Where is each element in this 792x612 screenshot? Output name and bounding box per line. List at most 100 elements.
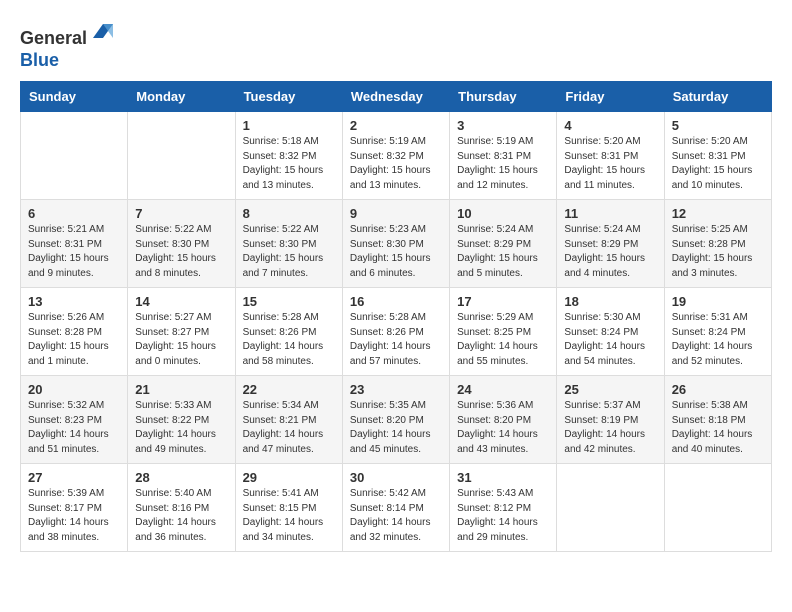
day-info: Sunrise: 5:39 AMSunset: 8:17 PMDaylight:… <box>28 487 120 545</box>
calendar-cell <box>557 464 664 552</box>
calendar-cell: 16 Sunrise: 5:28 AMSunset: 8:26 PMDayligh… <box>342 288 449 376</box>
day-info: Sunrise: 5:25 AMSunset: 8:28 PMDaylight:… <box>672 223 764 281</box>
calendar-cell: 7 Sunrise: 5:22 AMSunset: 8:30 PMDaylight… <box>128 200 235 288</box>
day-number: 27 <box>28 470 120 485</box>
day-info: Sunrise: 5:42 AMSunset: 8:14 PMDaylight:… <box>350 487 442 545</box>
week-row-1: 1 Sunrise: 5:18 AMSunset: 8:32 PMDaylight… <box>21 112 772 200</box>
day-info: Sunrise: 5:23 AMSunset: 8:30 PMDaylight:… <box>350 223 442 281</box>
logo: General Blue <box>20 20 113 71</box>
day-info: Sunrise: 5:19 AMSunset: 8:31 PMDaylight:… <box>457 135 549 193</box>
calendar-cell: 27 Sunrise: 5:39 AMSunset: 8:17 PMDayligh… <box>21 464 128 552</box>
day-number: 29 <box>243 470 335 485</box>
calendar-cell: 3 Sunrise: 5:19 AMSunset: 8:31 PMDaylight… <box>450 112 557 200</box>
day-number: 7 <box>135 206 227 221</box>
page-header: General Blue <box>20 20 772 71</box>
day-info: Sunrise: 5:24 AMSunset: 8:29 PMDaylight:… <box>564 223 656 281</box>
day-info: Sunrise: 5:41 AMSunset: 8:15 PMDaylight:… <box>243 487 335 545</box>
day-number: 20 <box>28 382 120 397</box>
calendar-cell: 9 Sunrise: 5:23 AMSunset: 8:30 PMDaylight… <box>342 200 449 288</box>
calendar-cell: 30 Sunrise: 5:42 AMSunset: 8:14 PMDayligh… <box>342 464 449 552</box>
day-info: Sunrise: 5:28 AMSunset: 8:26 PMDaylight:… <box>350 311 442 369</box>
logo-icon <box>89 20 113 44</box>
weekday-header-wednesday: Wednesday <box>342 82 449 112</box>
weekday-header-saturday: Saturday <box>664 82 771 112</box>
calendar-cell: 19Sunrise: 5:31 AMSunset: 8:24 PMDayligh… <box>664 288 771 376</box>
day-number: 2 <box>350 118 442 133</box>
calendar-cell: 5 Sunrise: 5:20 AMSunset: 8:31 PMDaylight… <box>664 112 771 200</box>
day-number: 11 <box>564 206 656 221</box>
day-number: 5 <box>672 118 764 133</box>
day-number: 17 <box>457 294 549 309</box>
day-info: Sunrise: 5:32 AMSunset: 8:23 PMDaylight:… <box>28 399 120 457</box>
day-number: 12 <box>672 206 764 221</box>
day-info: Sunrise: 5:20 AMSunset: 8:31 PMDaylight:… <box>564 135 656 193</box>
day-number: 30 <box>350 470 442 485</box>
calendar-cell: 2 Sunrise: 5:19 AMSunset: 8:32 PMDaylight… <box>342 112 449 200</box>
logo-general: General <box>20 28 87 48</box>
calendar-cell: 15 Sunrise: 5:28 AMSunset: 8:26 PMDayligh… <box>235 288 342 376</box>
week-row-4: 20 Sunrise: 5:32 AMSunset: 8:23 PMDayligh… <box>21 376 772 464</box>
day-number: 24 <box>457 382 549 397</box>
day-info: Sunrise: 5:22 AMSunset: 8:30 PMDaylight:… <box>243 223 335 281</box>
calendar-cell: 29 Sunrise: 5:41 AMSunset: 8:15 PMDayligh… <box>235 464 342 552</box>
day-info: Sunrise: 5:43 AMSunset: 8:12 PMDaylight:… <box>457 487 549 545</box>
calendar-cell: 24Sunrise: 5:36 AMSunset: 8:20 PMDayligh… <box>450 376 557 464</box>
day-number: 4 <box>564 118 656 133</box>
day-number: 21 <box>135 382 227 397</box>
weekday-header-sunday: Sunday <box>21 82 128 112</box>
day-info: Sunrise: 5:34 AMSunset: 8:21 PMDaylight:… <box>243 399 335 457</box>
weekday-header-friday: Friday <box>557 82 664 112</box>
calendar-cell: 14Sunrise: 5:27 AMSunset: 8:27 PMDayligh… <box>128 288 235 376</box>
calendar-cell: 8 Sunrise: 5:22 AMSunset: 8:30 PMDaylight… <box>235 200 342 288</box>
calendar-cell: 31Sunrise: 5:43 AMSunset: 8:12 PMDayligh… <box>450 464 557 552</box>
day-number: 22 <box>243 382 335 397</box>
day-info: Sunrise: 5:40 AMSunset: 8:16 PMDaylight:… <box>135 487 227 545</box>
day-number: 9 <box>350 206 442 221</box>
day-info: Sunrise: 5:31 AMSunset: 8:24 PMDaylight:… <box>672 311 764 369</box>
weekday-header-tuesday: Tuesday <box>235 82 342 112</box>
day-info: Sunrise: 5:33 AMSunset: 8:22 PMDaylight:… <box>135 399 227 457</box>
day-number: 28 <box>135 470 227 485</box>
week-row-2: 6Sunrise: 5:21 AMSunset: 8:31 PMDaylight… <box>21 200 772 288</box>
weekday-header-monday: Monday <box>128 82 235 112</box>
calendar-cell: 21 Sunrise: 5:33 AMSunset: 8:22 PMDayligh… <box>128 376 235 464</box>
calendar-cell: 17 Sunrise: 5:29 AMSunset: 8:25 PMDayligh… <box>450 288 557 376</box>
calendar-cell <box>21 112 128 200</box>
day-number: 15 <box>243 294 335 309</box>
day-info: Sunrise: 5:37 AMSunset: 8:19 PMDaylight:… <box>564 399 656 457</box>
calendar-cell: 12 Sunrise: 5:25 AMSunset: 8:28 PMDayligh… <box>664 200 771 288</box>
calendar-cell: 26 Sunrise: 5:38 AMSunset: 8:18 PMDayligh… <box>664 376 771 464</box>
day-number: 16 <box>350 294 442 309</box>
day-info: Sunrise: 5:18 AMSunset: 8:32 PMDaylight:… <box>243 135 335 193</box>
day-info: Sunrise: 5:24 AMSunset: 8:29 PMDaylight:… <box>457 223 549 281</box>
day-number: 3 <box>457 118 549 133</box>
calendar-cell: 11 Sunrise: 5:24 AMSunset: 8:29 PMDayligh… <box>557 200 664 288</box>
calendar-cell: 6Sunrise: 5:21 AMSunset: 8:31 PMDaylight… <box>21 200 128 288</box>
calendar-cell: 10 Sunrise: 5:24 AMSunset: 8:29 PMDayligh… <box>450 200 557 288</box>
calendar-cell: 18 Sunrise: 5:30 AMSunset: 8:24 PMDayligh… <box>557 288 664 376</box>
day-number: 14 <box>135 294 227 309</box>
day-info: Sunrise: 5:29 AMSunset: 8:25 PMDaylight:… <box>457 311 549 369</box>
calendar-cell: 20 Sunrise: 5:32 AMSunset: 8:23 PMDayligh… <box>21 376 128 464</box>
calendar-cell: 28 Sunrise: 5:40 AMSunset: 8:16 PMDayligh… <box>128 464 235 552</box>
weekday-header-thursday: Thursday <box>450 82 557 112</box>
day-number: 6 <box>28 206 120 221</box>
day-number: 8 <box>243 206 335 221</box>
day-number: 1 <box>243 118 335 133</box>
day-info: Sunrise: 5:20 AMSunset: 8:31 PMDaylight:… <box>672 135 764 193</box>
calendar-table: SundayMondayTuesdayWednesdayThursdayFrid… <box>20 81 772 552</box>
day-info: Sunrise: 5:35 AMSunset: 8:20 PMDaylight:… <box>350 399 442 457</box>
day-info: Sunrise: 5:19 AMSunset: 8:32 PMDaylight:… <box>350 135 442 193</box>
day-number: 25 <box>564 382 656 397</box>
day-info: Sunrise: 5:30 AMSunset: 8:24 PMDaylight:… <box>564 311 656 369</box>
day-info: Sunrise: 5:28 AMSunset: 8:26 PMDaylight:… <box>243 311 335 369</box>
day-number: 26 <box>672 382 764 397</box>
day-info: Sunrise: 5:22 AMSunset: 8:30 PMDaylight:… <box>135 223 227 281</box>
day-number: 18 <box>564 294 656 309</box>
day-info: Sunrise: 5:38 AMSunset: 8:18 PMDaylight:… <box>672 399 764 457</box>
day-number: 13 <box>28 294 120 309</box>
day-number: 10 <box>457 206 549 221</box>
calendar-cell: 23Sunrise: 5:35 AMSunset: 8:20 PMDayligh… <box>342 376 449 464</box>
calendar-cell: 25 Sunrise: 5:37 AMSunset: 8:19 PMDayligh… <box>557 376 664 464</box>
calendar-cell <box>128 112 235 200</box>
